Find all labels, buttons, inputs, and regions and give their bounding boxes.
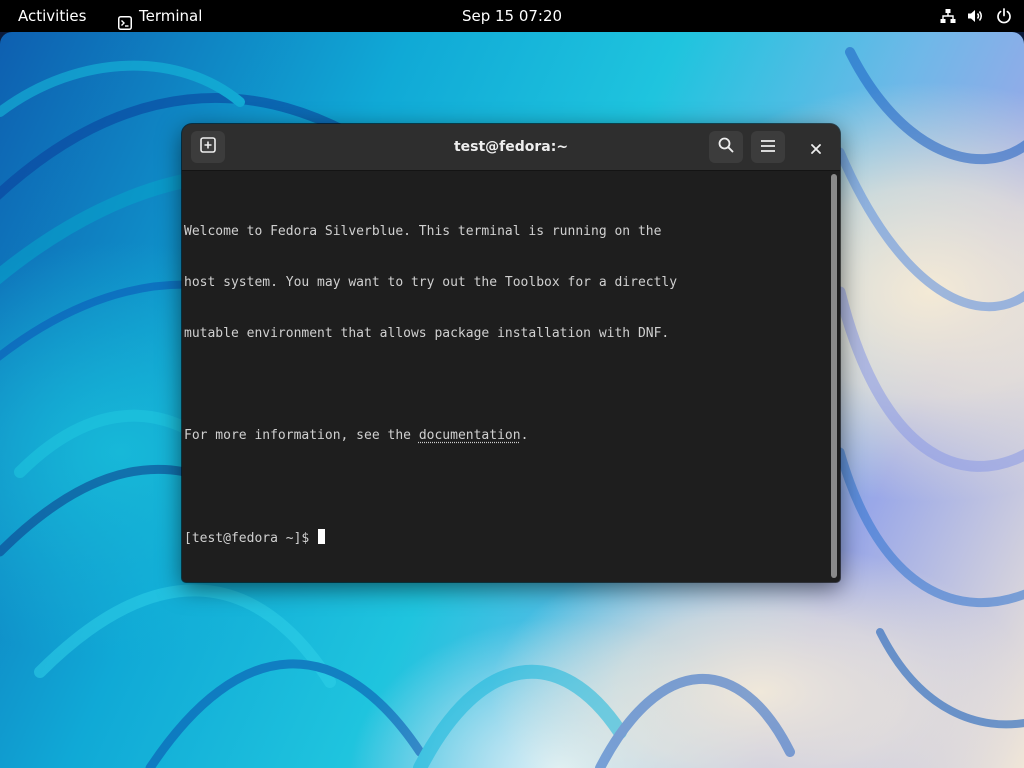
terminal-app-icon: [118, 9, 132, 30]
terminal-window: test@fedora:~ Welcome to Fedora Silverbl…: [182, 124, 840, 582]
window-headerbar[interactable]: test@fedora:~: [182, 124, 840, 171]
info-prefix: For more information, see the: [184, 428, 419, 443]
system-status-area[interactable]: [940, 0, 1012, 32]
main-menu-button[interactable]: [751, 131, 785, 163]
info-suffix: .: [520, 428, 529, 443]
new-tab-icon: [200, 137, 216, 157]
new-tab-button[interactable]: [191, 131, 225, 163]
prompt-line[interactable]: [test@fedora ~]$: [184, 529, 820, 546]
documentation-link[interactable]: documentation: [419, 428, 521, 443]
terminal-info-line: For more information, see the documentat…: [184, 427, 820, 444]
terminal-line: Welcome to Fedora Silverblue. This termi…: [184, 224, 662, 239]
search-icon: [718, 137, 734, 157]
power-icon: [996, 8, 1012, 24]
terminal-output[interactable]: Welcome to Fedora Silverblue. This termi…: [184, 189, 820, 569]
terminal-line: mutable environment that allows package …: [184, 326, 670, 341]
volume-icon: [967, 8, 985, 24]
app-menu-label: Terminal: [139, 7, 203, 25]
app-menu[interactable]: Terminal: [112, 0, 208, 32]
search-button[interactable]: [709, 131, 743, 163]
top-bar: Activities Terminal Sep 15 07:20: [0, 0, 1024, 32]
hamburger-menu-icon: [760, 138, 776, 157]
close-button[interactable]: [804, 136, 828, 160]
activities-button[interactable]: Activities: [10, 0, 94, 32]
network-wired-icon: [940, 8, 956, 24]
shell-prompt: [test@fedora ~]$: [184, 531, 318, 546]
terminal-line: host system. You may want to try out the…: [184, 275, 678, 290]
scrollbar[interactable]: [831, 174, 837, 578]
close-icon: [811, 139, 821, 158]
clock[interactable]: Sep 15 07:20: [454, 7, 570, 25]
text-cursor: [318, 529, 326, 544]
